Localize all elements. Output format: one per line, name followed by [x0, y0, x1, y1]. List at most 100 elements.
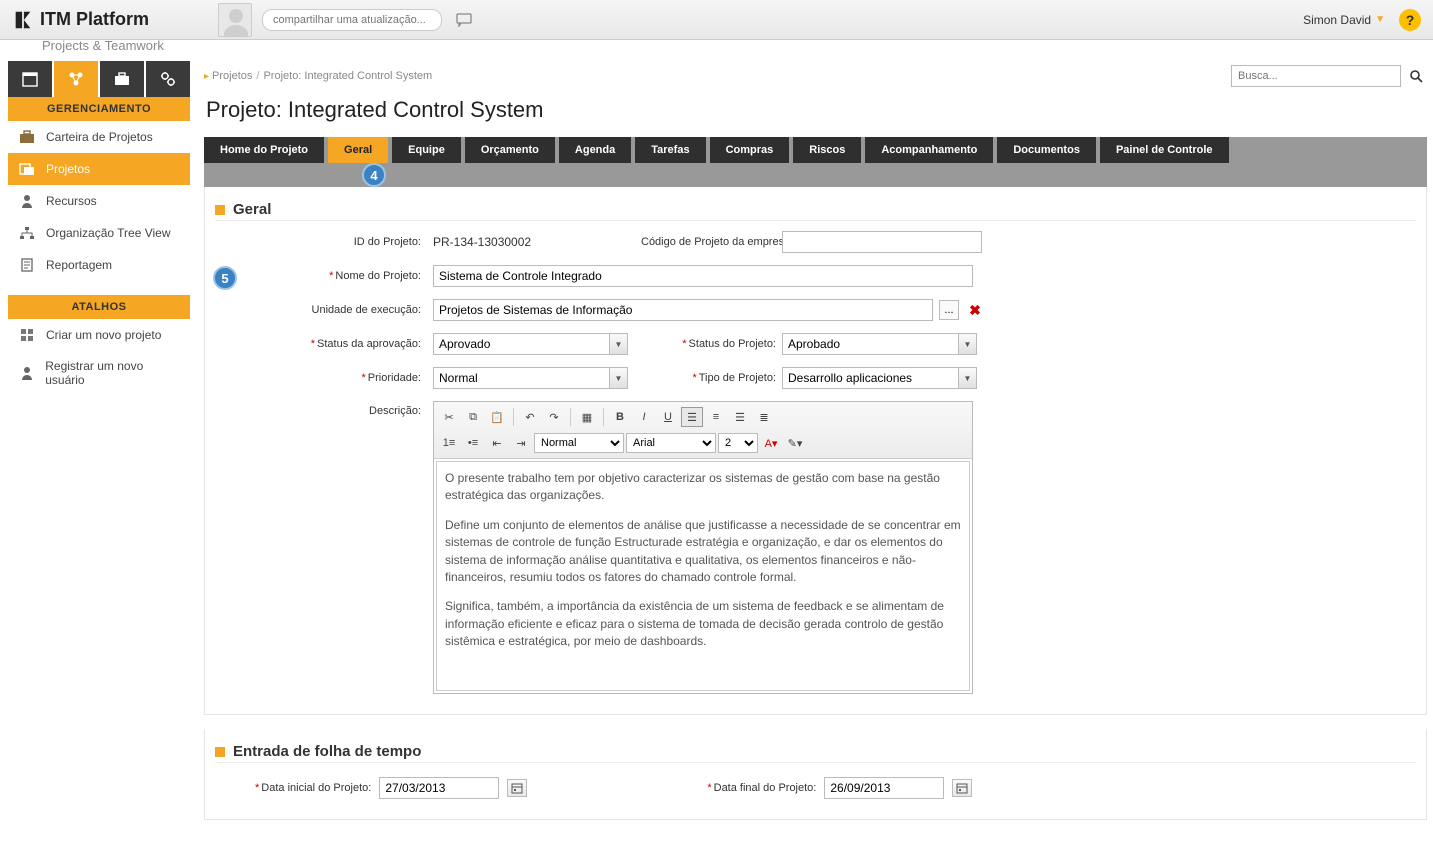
- calendar-button[interactable]: [952, 779, 972, 797]
- briefcase-icon: [18, 129, 36, 145]
- tab-risks[interactable]: Riscos: [793, 137, 861, 163]
- rte-toolbar: ✂ ⧉ 📋 ↶ ↷ ▦ B I U: [434, 402, 972, 459]
- calendar-button[interactable]: [507, 779, 527, 797]
- sidebar: GERENCIAMENTO Carteira de Projetos Proje…: [0, 59, 198, 844]
- sidebar-list: Carteira de Projetos Projetos Recursos O…: [8, 121, 190, 281]
- rte-ol-icon[interactable]: 1≡: [438, 433, 460, 453]
- tab-purchases[interactable]: Compras: [710, 137, 790, 163]
- rte-format-select[interactable]: Normal: [534, 433, 624, 453]
- shortcut-new-user[interactable]: Registrar um novo usuário: [8, 351, 190, 395]
- input-company-code[interactable]: [782, 231, 982, 253]
- rte-italic-icon[interactable]: I: [633, 407, 655, 427]
- brand-name: ITM Platform: [40, 9, 149, 30]
- tab-tasks[interactable]: Tarefas: [635, 137, 705, 163]
- panel-marker-icon: [215, 747, 225, 757]
- rte-redo-icon[interactable]: ↷: [543, 407, 565, 427]
- search-button[interactable]: [1405, 65, 1427, 87]
- user-menu-caret-icon[interactable]: ▼: [1375, 14, 1385, 25]
- tab-dashboard[interactable]: Painel de Controle: [1100, 137, 1229, 163]
- rte-underline-icon[interactable]: U: [657, 407, 679, 427]
- rte-outdent-icon[interactable]: ⇤: [486, 433, 508, 453]
- panel-marker-icon: [215, 205, 225, 215]
- select-project-type[interactable]: [782, 367, 977, 389]
- rte-align-center-icon[interactable]: ≡: [705, 407, 727, 427]
- select-project-status[interactable]: [782, 333, 977, 355]
- share-update-input[interactable]: [262, 9, 442, 31]
- sidebar-item-label: Carteira de Projetos: [46, 130, 153, 144]
- description-paragraph: Significa, também, a importância da exis…: [445, 598, 961, 650]
- rte-table-icon[interactable]: ▦: [576, 407, 598, 427]
- rte-undo-icon[interactable]: ↶: [519, 407, 541, 427]
- sidebar-item-reporting[interactable]: Reportagem: [8, 249, 190, 281]
- rte-bold-icon[interactable]: B: [609, 407, 631, 427]
- shortcut-new-project[interactable]: Criar um novo projeto: [8, 319, 190, 351]
- topbar: ITM Platform Simon David ▼ ?: [0, 0, 1433, 40]
- sidebar-item-portfolio[interactable]: Carteira de Projetos: [8, 121, 190, 153]
- label-start-date: Data inicial do Projeto:: [261, 782, 371, 794]
- rte-align-right-icon[interactable]: ☰: [729, 407, 751, 427]
- tab-team[interactable]: Equipe: [392, 137, 461, 163]
- breadcrumb-row: ▸ Projetos / Projeto: Integrated Control…: [204, 59, 1427, 91]
- main: ▸ Projetos / Projeto: Integrated Control…: [198, 59, 1433, 844]
- select-approval-status[interactable]: [433, 333, 628, 355]
- input-end-date[interactable]: [824, 777, 944, 799]
- input-project-name[interactable]: [433, 265, 973, 287]
- rte-indent-icon[interactable]: ⇥: [510, 433, 532, 453]
- avatar[interactable]: [218, 3, 252, 37]
- tab-schedule[interactable]: Agenda: [559, 137, 631, 163]
- rte-content[interactable]: O presente trabalho tem por objetivo car…: [436, 461, 970, 691]
- sidebar-item-label: Reportagem: [46, 258, 112, 272]
- sidebar-section-header: GERENCIAMENTO: [8, 97, 190, 121]
- tabs-underbar: 4: [204, 163, 1427, 187]
- form-grid: ID do Projeto: PR-134-13030002 Código de…: [245, 231, 1195, 694]
- rte-paste-icon[interactable]: 📋: [486, 407, 508, 427]
- rte-cut-icon[interactable]: ✂: [438, 407, 460, 427]
- breadcrumb-item[interactable]: Projetos: [212, 70, 252, 82]
- picker-button[interactable]: ...: [939, 300, 959, 320]
- description-paragraph: O presente trabalho tem por objetivo car…: [445, 470, 961, 505]
- rte-align-left-icon[interactable]: ☰: [681, 407, 703, 427]
- rte-align-justify-icon[interactable]: ≣: [753, 407, 775, 427]
- tab-documents[interactable]: Documentos: [997, 137, 1096, 163]
- label-approval-status: *Status da aprovação:: [245, 338, 425, 350]
- help-button[interactable]: ?: [1399, 9, 1421, 31]
- tab-followup[interactable]: Acompanhamento: [865, 137, 993, 163]
- nav-icon-briefcase[interactable]: [100, 61, 144, 97]
- rte-fontcolor-icon[interactable]: A▾: [760, 433, 782, 453]
- tab-home[interactable]: Home do Projeto: [204, 137, 324, 163]
- panel-title: Geral: [233, 201, 271, 218]
- step-badge-5: 5: [213, 266, 237, 290]
- sidebar-item-projects[interactable]: Projetos: [8, 153, 190, 185]
- select-priority[interactable]: [433, 367, 628, 389]
- person-icon: [18, 193, 36, 209]
- shortcut-label: Criar um novo projeto: [46, 328, 161, 342]
- brand-subtitle: Projects & Teamwork: [42, 38, 164, 53]
- remove-button[interactable]: ✖: [965, 300, 985, 320]
- value-project-id: PR-134-13030002: [433, 235, 633, 249]
- chat-icon[interactable]: [456, 13, 472, 27]
- tab-budget[interactable]: Orçamento: [465, 137, 555, 163]
- sidebar-item-resources[interactable]: Recursos: [8, 185, 190, 217]
- sidebar-item-label: Projetos: [46, 162, 90, 176]
- nav-icon-settings[interactable]: [146, 61, 190, 97]
- rich-text-editor: ✂ ⧉ 📋 ↶ ↷ ▦ B I U: [433, 401, 973, 694]
- nav-icon-management[interactable]: [54, 61, 98, 97]
- panel-title-row: Entrada de folha de tempo: [215, 743, 1416, 763]
- sidebar-item-orgtree[interactable]: Organização Tree View: [8, 217, 190, 249]
- nav-icon-calendar[interactable]: [8, 61, 52, 97]
- rte-size-select[interactable]: 2: [718, 433, 758, 453]
- breadcrumb-item: Projeto: Integrated Control System: [263, 70, 432, 82]
- projects-icon: [18, 161, 36, 177]
- search-input[interactable]: [1231, 65, 1401, 87]
- rte-copy-icon[interactable]: ⧉: [462, 407, 484, 427]
- rte-font-select[interactable]: Arial: [626, 433, 716, 453]
- rte-ul-icon[interactable]: •≡: [462, 433, 484, 453]
- username-label[interactable]: Simon David: [1303, 13, 1371, 27]
- rte-highlight-icon[interactable]: ✎▾: [784, 433, 806, 453]
- shortcut-label: Registrar um novo usuário: [45, 359, 180, 387]
- tab-general[interactable]: Geral: [328, 137, 388, 163]
- sidebar-shortcuts-header: ATALHOS: [8, 295, 190, 319]
- input-start-date[interactable]: [379, 777, 499, 799]
- input-exec-unit[interactable]: [433, 299, 933, 321]
- label-project-type: Tipo de Projeto:: [699, 372, 776, 384]
